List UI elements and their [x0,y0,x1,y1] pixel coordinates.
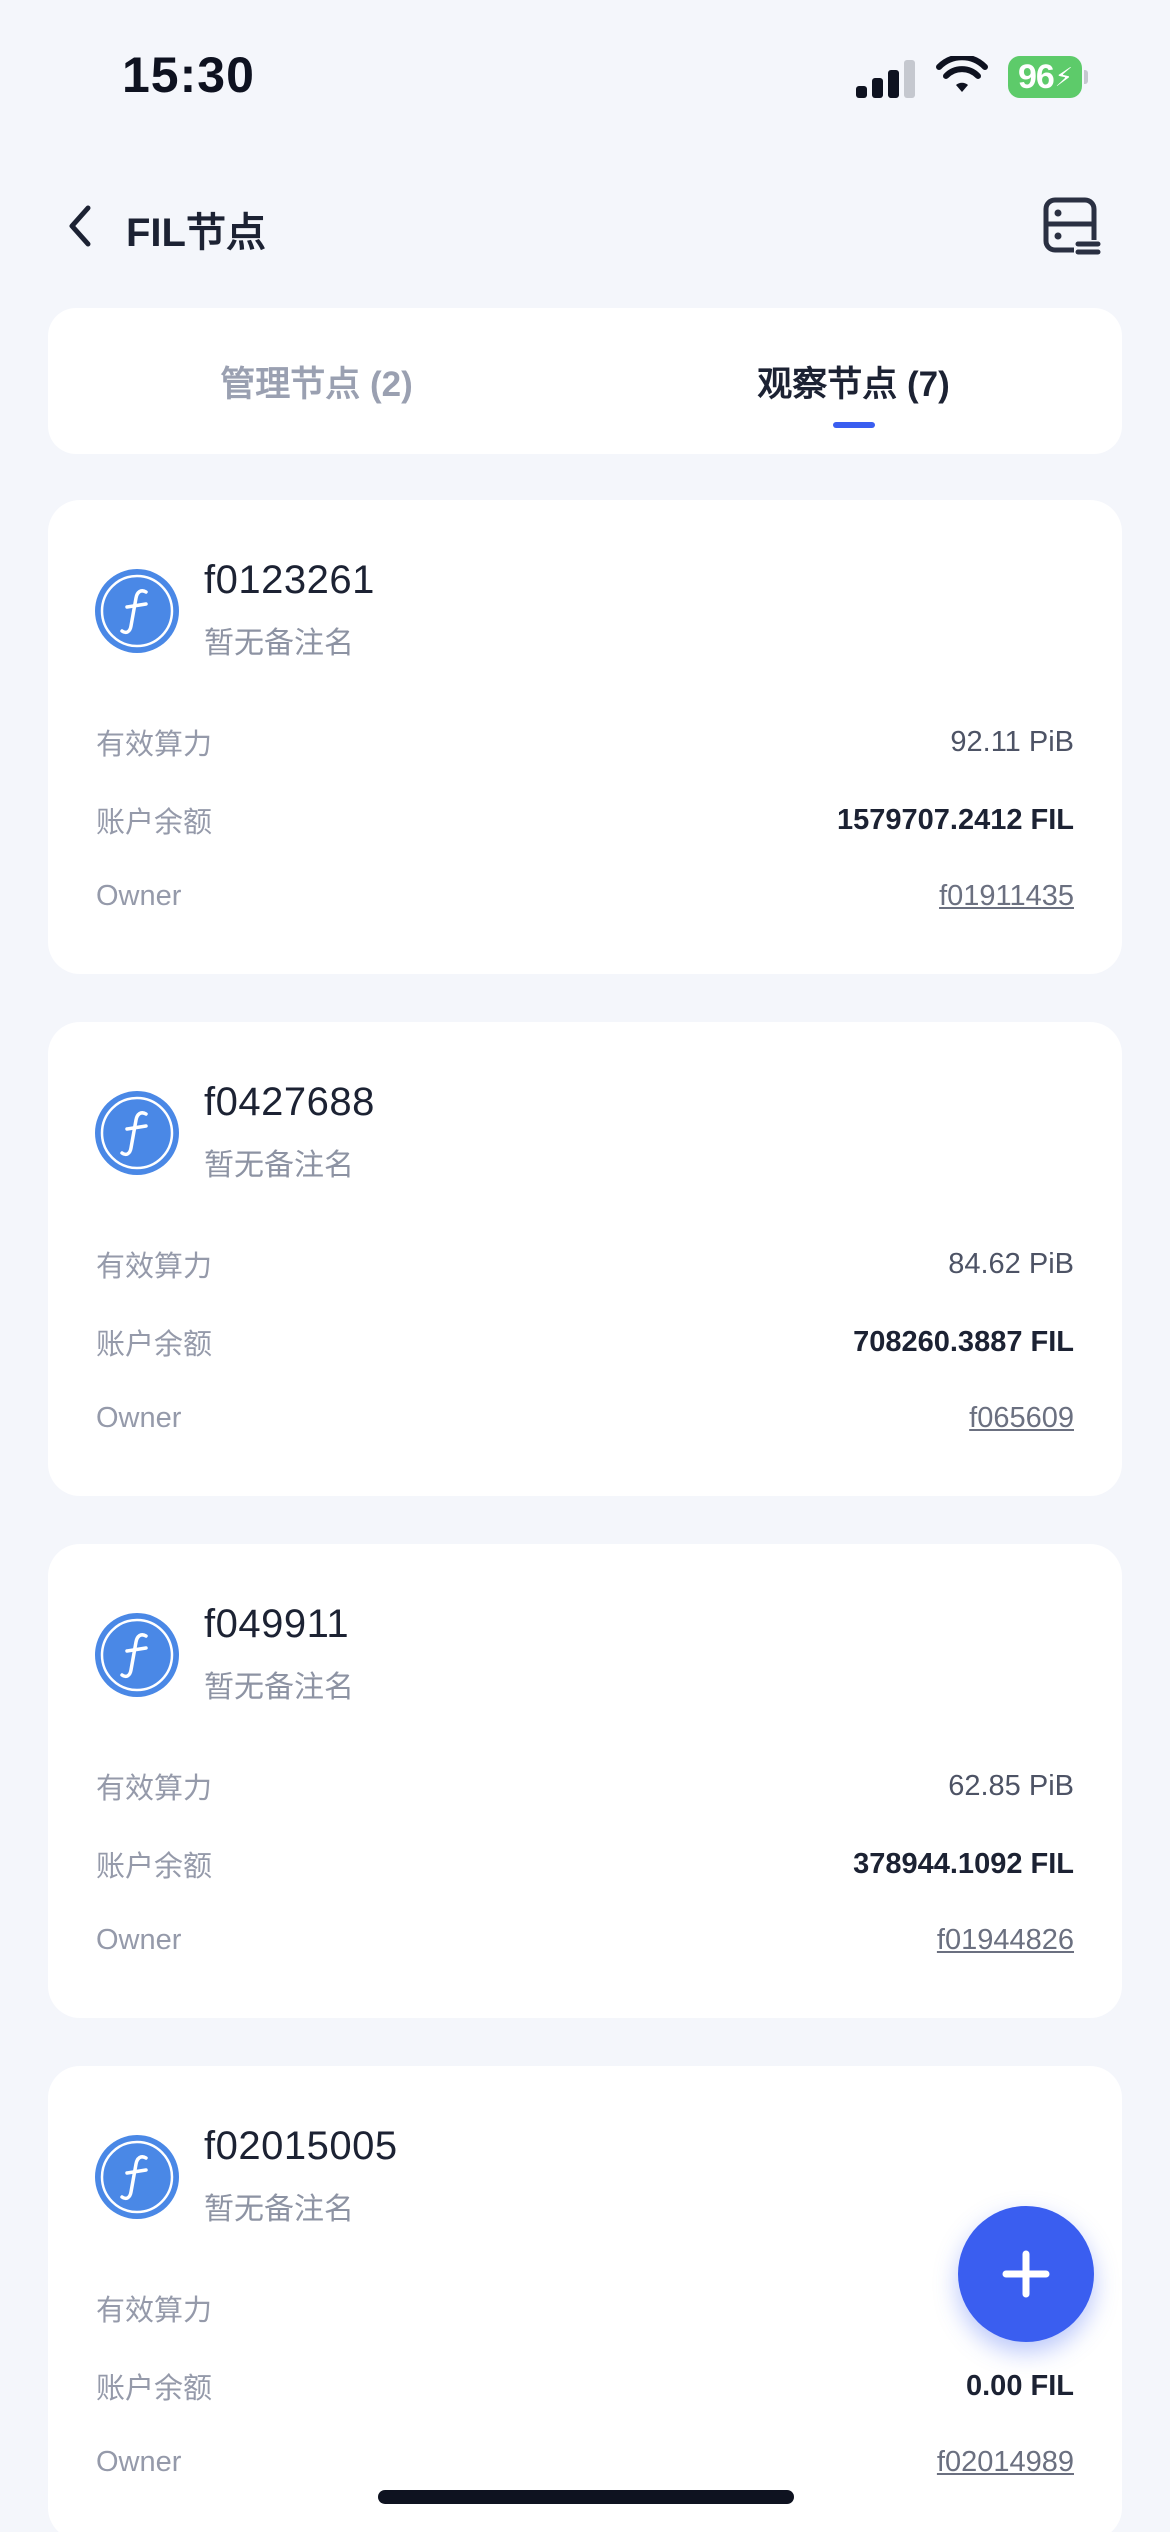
filecoin-logo-icon [95,2135,179,2219]
balance-value: 1579707.2412 FIL [836,803,1074,836]
node-id: f0123261 [204,558,375,602]
owner-row: Owner f01911435 [96,874,1074,918]
balance-row: 账户余额 708260.3887 FIL [96,1320,1074,1364]
tab-watched-nodes[interactable]: 观察节点 (7) [585,308,1122,454]
back-button[interactable] [50,196,110,256]
balance-value: 378944.1092 FIL [853,1847,1074,1880]
active-tab-indicator [832,422,875,428]
balance-label: 账户余额 [96,807,213,839]
add-node-button[interactable] [958,2206,1094,2342]
owner-row: Owner f065609 [96,1396,1074,1440]
owner-label: Owner [96,2445,182,2478]
power-label: 有效算力 [96,729,213,761]
balance-value: 0.00 FIL [966,2369,1074,2402]
balance-value: 708260.3887 FIL [853,1325,1074,1358]
power-row: 有效算力 92.11 PiB [96,720,1074,764]
tab-managed-nodes[interactable]: 管理节点 (2) [48,308,585,454]
power-row: 有效算力 62.85 PiB [96,1764,1074,1808]
node-tabs: 管理节点 (2) 观察节点 (7) [48,308,1122,454]
tab-label: 观察节点 (7) [757,364,950,404]
node-list-button[interactable] [1040,194,1104,258]
balance-label: 账户余额 [96,1329,213,1361]
node-id: f0427688 [204,1080,375,1124]
owner-link[interactable]: f02014989 [937,2446,1074,2479]
navigation-header: FIL节点 [0,180,1170,270]
filecoin-logo-icon [95,1613,179,1697]
plus-icon [1002,2250,1050,2298]
owner-label: Owner [96,879,182,912]
power-value: 62.85 PiB [948,1769,1074,1802]
power-row: 有效算力 84.62 PiB [96,1242,1074,1286]
node-note: 暂无备注名 [204,2193,354,2226]
node-note: 暂无备注名 [204,1671,354,1704]
power-value: 84.62 PiB [948,1247,1074,1280]
balance-row: 账户余额 0.00 FIL [96,2364,1074,2408]
battery-level: 96 [1017,57,1055,96]
wifi-icon [936,56,988,92]
cellular-signal-icon [856,58,916,98]
home-indicator [378,2490,794,2504]
filecoin-logo-icon [95,569,179,653]
battery-icon: 96 ⚡ [1008,56,1088,98]
status-bar: 15:30 96 ⚡ [0,0,1170,150]
owner-label: Owner [96,1401,182,1434]
owner-row: Owner f01944826 [96,1918,1074,1962]
balance-label: 账户余额 [96,2373,213,2405]
node-id: f02015005 [204,2124,398,2168]
node-note: 暂无备注名 [204,627,354,660]
node-card[interactable]: f02015005 暂无备注名 有效算力 账户余额 0.00 FIL Owner… [48,2066,1122,2532]
balance-row: 账户余额 378944.1092 FIL [96,1842,1074,1886]
server-list-icon [1043,197,1101,255]
balance-label: 账户余额 [96,1851,213,1883]
node-card[interactable]: f0427688 暂无备注名 有效算力 84.62 PiB 账户余额 70826… [48,1022,1122,1496]
owner-label: Owner [96,1923,182,1956]
screen: 15:30 96 ⚡ FIL节点 管理节点 (2) 观察节点 (7) f0123… [0,0,1170,2532]
owner-link[interactable]: f01911435 [939,880,1074,913]
owner-row: Owner f02014989 [96,2440,1074,2484]
node-id: f049911 [204,1602,350,1646]
owner-link[interactable]: f065609 [969,1402,1074,1435]
filecoin-logo-icon [95,1091,179,1175]
power-label: 有效算力 [96,2295,213,2327]
tab-label: 管理节点 (2) [220,364,413,404]
power-label: 有效算力 [96,1773,213,1805]
node-card[interactable]: f049911 暂无备注名 有效算力 62.85 PiB 账户余额 378944… [48,1544,1122,2018]
node-card[interactable]: f0123261 暂无备注名 有效算力 92.11 PiB 账户余额 15797… [48,500,1122,974]
power-value: 92.11 PiB [950,725,1074,758]
balance-row: 账户余额 1579707.2412 FIL [96,798,1074,842]
power-label: 有效算力 [96,1251,213,1283]
chevron-left-icon [69,205,91,247]
owner-link[interactable]: f01944826 [937,1924,1074,1957]
status-time: 15:30 [122,47,255,103]
node-note: 暂无备注名 [204,1149,354,1182]
power-row: 有效算力 [96,2286,1074,2330]
page-title: FIL节点 [126,211,266,255]
